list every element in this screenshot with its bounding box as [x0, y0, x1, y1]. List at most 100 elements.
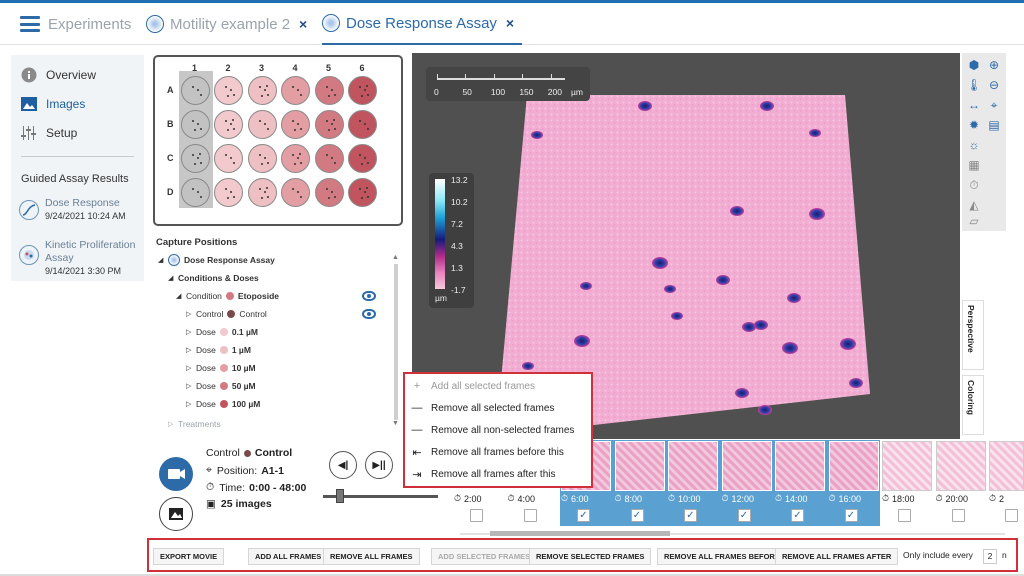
scrollbar-thumb[interactable] [490, 531, 670, 536]
plate-well[interactable] [281, 177, 310, 207]
plate-well[interactable] [314, 75, 344, 105]
frame-include-checkbox[interactable]: ✓ [684, 509, 697, 522]
frame-include-checkbox[interactable]: ✓ [630, 509, 644, 522]
frame-thumbnail[interactable] [935, 441, 986, 491]
tree-dose-node[interactable]: ▷ Dose 50 µM [186, 378, 256, 394]
frame-include-checkbox[interactable]: ✓ [737, 509, 751, 522]
plate-well[interactable] [180, 109, 210, 139]
tree-control-node[interactable]: ▷ Control Control [186, 306, 267, 322]
remove-all-frames-button[interactable]: REMOVE ALL FRAMES [323, 548, 420, 565]
plate-well[interactable] [348, 177, 377, 207]
tree-assay-node[interactable]: ◢ Dose Response Assay [158, 252, 275, 268]
plate-well[interactable] [281, 143, 310, 173]
play-pause-button[interactable]: ▶|| [365, 451, 393, 479]
video-mode-button[interactable] [159, 457, 193, 491]
plate-well[interactable] [214, 177, 243, 207]
expand-arrow-icon[interactable]: ▷ [186, 364, 196, 372]
plate-well[interactable] [214, 143, 243, 173]
frame-thumbnail[interactable] [614, 441, 665, 491]
plate-well[interactable] [348, 109, 377, 139]
collapse-arrow-icon[interactable]: ◢ [168, 274, 178, 282]
ruler-icon[interactable]: ▱ [966, 213, 982, 229]
nav-item-images[interactable]: Images [21, 96, 85, 112]
context-menu-item[interactable]: — Remove all selected frames [411, 398, 555, 418]
frame-include-checkbox[interactable]: ✓ [844, 509, 858, 522]
3d-cube-icon[interactable]: ⬢ [966, 57, 982, 73]
tree-dose-node[interactable]: ▷ Dose 10 µM [186, 360, 256, 376]
expand-arrow-icon[interactable]: ▷ [168, 420, 178, 428]
tree-condition-node[interactable]: ◢ Condition Etoposide [176, 288, 279, 304]
tab-motility-example[interactable]: Motility example 2 × [146, 3, 307, 45]
save-icon[interactable]: ▤ [986, 117, 1002, 133]
plate-well[interactable] [247, 75, 277, 105]
image-mode-button[interactable] [159, 497, 193, 531]
grid-icon[interactable]: ▦ [966, 157, 982, 173]
tree-treatments-node[interactable]: ▷ Treatments [168, 416, 221, 430]
frame-thumbnail[interactable] [828, 441, 879, 491]
expand-arrow-icon[interactable]: ▷ [186, 310, 196, 318]
context-menu-item[interactable]: ⇤ Remove all frames before this [411, 442, 563, 462]
tab-dose-response-assay[interactable]: Dose Response Assay × [322, 3, 523, 45]
visibility-eye-icon[interactable] [362, 309, 376, 319]
scrollbar-track[interactable] [394, 264, 398, 420]
plate-well[interactable] [314, 143, 344, 173]
nav-item-setup[interactable]: Setup [21, 125, 77, 141]
frame-thumbnail[interactable] [721, 441, 772, 491]
context-menu-item[interactable]: ⇥ Remove all frames after this [411, 464, 555, 484]
include-every-input[interactable]: 2 [983, 549, 997, 564]
remove-selected-frames-button[interactable]: REMOVE SELECTED FRAMES [529, 548, 652, 565]
expand-arrow-icon[interactable]: ▷ [186, 346, 196, 354]
tree-scrollbar[interactable]: ▲ ▼ [392, 254, 400, 430]
hamburger-menu-icon[interactable] [20, 16, 40, 32]
coloring-tab[interactable]: Coloring [962, 375, 984, 435]
frame-thumbnail[interactable] [668, 441, 718, 491]
visibility-eye-icon[interactable] [362, 291, 376, 301]
add-selected-frames-button[interactable]: ADD SELECTED FRAMES [431, 548, 538, 565]
frame-include-checkbox[interactable] [1005, 509, 1018, 522]
expand-arrow-icon[interactable]: ▷ [186, 400, 196, 408]
expand-arrow-icon[interactable]: ▷ [186, 328, 196, 336]
crosshair-icon[interactable]: ⌖ [986, 97, 1002, 113]
frame-thumbnail[interactable] [775, 441, 825, 491]
frame-include-checkbox[interactable] [523, 509, 537, 522]
tree-conditions-node[interactable]: ◢ Conditions & Doses [168, 270, 259, 286]
remove-all-frames-after-button[interactable]: REMOVE ALL FRAMES AFTER [775, 548, 899, 565]
context-menu-item[interactable]: — Remove all non-selected frames [411, 420, 575, 440]
frame-include-checkbox[interactable] [951, 509, 965, 522]
scroll-down-icon[interactable]: ▼ [392, 420, 399, 427]
frame-include-checkbox[interactable] [898, 509, 911, 522]
measure-width-icon[interactable]: ↔ [966, 97, 982, 113]
tab-experiments[interactable]: Experiments [20, 3, 131, 45]
export-movie-button[interactable]: EXPORT MOVIE [153, 548, 225, 565]
collapse-arrow-icon[interactable]: ◢ [176, 292, 186, 300]
brightness-icon[interactable]: ☼ [966, 137, 982, 153]
plate-well[interactable] [180, 143, 210, 173]
plate-well[interactable] [281, 75, 310, 105]
plate-well[interactable] [314, 177, 344, 207]
expand-arrow-icon[interactable]: ▷ [186, 382, 196, 390]
plate-well[interactable] [314, 109, 344, 139]
close-tab-icon[interactable]: × [299, 16, 307, 32]
zoom-in-icon[interactable]: ⊕ [986, 57, 1002, 73]
area-chart-icon[interactable]: ◭ [966, 197, 982, 213]
close-tab-icon[interactable]: × [506, 15, 514, 31]
frame-thumbnail[interactable] [882, 441, 932, 491]
lightbulb-icon[interactable]: ✹ [966, 117, 982, 133]
frame-include-checkbox[interactable] [470, 509, 483, 522]
add-all-frames-button[interactable]: ADD ALL FRAMES [248, 548, 329, 565]
plate-well[interactable] [247, 177, 277, 207]
zoom-out-icon[interactable]: ⊖ [986, 77, 1002, 93]
nav-item-overview[interactable]: Overview [21, 67, 96, 83]
plate-well[interactable] [281, 109, 310, 139]
tree-dose-node[interactable]: ▷ Dose 100 µM [186, 396, 260, 412]
frame-include-checkbox[interactable]: ✓ [577, 509, 590, 522]
collapse-arrow-icon[interactable]: ◢ [158, 256, 168, 264]
timer-icon[interactable]: ⏱ [966, 177, 982, 193]
perspective-tab[interactable]: Perspective [962, 300, 984, 370]
scroll-up-icon[interactable]: ▲ [392, 254, 399, 261]
plate-well[interactable] [247, 109, 277, 139]
context-menu-item[interactable]: + Add all selected frames [411, 376, 535, 396]
guided-item-kinetic[interactable]: Kinetic Proliferation Assay 9/14/2021 3:… [19, 239, 137, 277]
plate-well[interactable] [348, 75, 377, 105]
tree-dose-node[interactable]: ▷ Dose 1 µM [186, 342, 251, 358]
